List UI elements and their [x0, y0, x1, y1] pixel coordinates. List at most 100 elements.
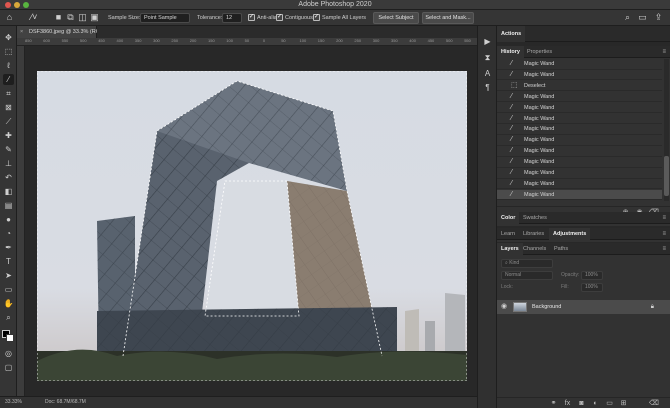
- history-scroll-thumb[interactable]: [664, 156, 669, 196]
- new-layer-icon[interactable]: ⊞: [619, 399, 628, 408]
- history-state-row[interactable]: ⁄ Magic Wand: [497, 179, 662, 190]
- layer-filter-select[interactable]: ⌕ Kind: [501, 259, 553, 268]
- panel-menu-icon[interactable]: ≡: [662, 214, 666, 222]
- magic-wand-tool-icon[interactable]: ⁄: [3, 74, 14, 85]
- move-tool-icon[interactable]: ✥: [3, 32, 14, 43]
- search-icon[interactable]: ⌕: [622, 12, 633, 23]
- select-subject-button[interactable]: Select Subject: [373, 12, 419, 24]
- delete-layer-icon[interactable]: ⌫: [649, 399, 659, 408]
- tab-learn[interactable]: Learn: [497, 228, 519, 240]
- ruler-tick: 50: [244, 38, 250, 43]
- panel-menu-icon[interactable]: ≡: [662, 245, 666, 253]
- link-layers-icon[interactable]: ⚭: [549, 399, 558, 408]
- workspace-icon[interactable]: ▭: [637, 12, 648, 23]
- tab-actions[interactable]: Actions: [497, 26, 526, 42]
- background-color-swatch[interactable]: [6, 334, 14, 342]
- tab-swatches[interactable]: Swatches: [519, 212, 551, 224]
- share-icon[interactable]: ⇪: [653, 12, 664, 23]
- new-selection-icon[interactable]: ■: [53, 12, 64, 23]
- sample-size-select[interactable]: Point Sample: [140, 13, 190, 23]
- brush-tool-icon[interactable]: ✎: [3, 144, 14, 155]
- hand-tool-icon[interactable]: ✋: [3, 298, 14, 309]
- eraser-tool-icon[interactable]: ◧: [3, 186, 14, 197]
- rectangle-tool-icon[interactable]: ▭: [3, 284, 14, 295]
- history-state-row[interactable]: ⁄ Magic Wand: [497, 70, 662, 81]
- clone-stamp-tool-icon[interactable]: ⊥: [3, 158, 14, 169]
- zoom-level[interactable]: 33.33%: [5, 397, 22, 408]
- tab-paths[interactable]: Paths: [550, 243, 572, 255]
- intersect-selection-icon[interactable]: ▣: [89, 12, 100, 23]
- magic-wand-icon: ⁄: [511, 103, 513, 111]
- visibility-eye-icon[interactable]: ◉: [501, 303, 507, 311]
- document-image[interactable]: [37, 71, 467, 381]
- history-state-row[interactable]: ⁄ Magic Wand: [497, 103, 662, 114]
- panel-menu-icon[interactable]: ≡: [662, 230, 666, 238]
- ruler-tick: 100: [299, 38, 307, 43]
- character-panel-icon[interactable]: A: [482, 68, 493, 79]
- history-state-row[interactable]: ⁄ Magic Wand: [497, 135, 662, 146]
- lock-icon[interactable]: 🔒︎: [651, 303, 654, 311]
- blend-mode-select[interactable]: Normal: [501, 271, 553, 280]
- sample-all-layers-checkbox[interactable]: ✓: [313, 14, 320, 21]
- ruler-tick: 400: [116, 38, 124, 43]
- layer-style-icon[interactable]: fx: [563, 399, 572, 408]
- tab-adjustments[interactable]: Adjustments: [549, 228, 591, 240]
- blur-tool-icon[interactable]: ●: [3, 214, 14, 225]
- history-state-row[interactable]: ⁄ Magic Wand: [497, 59, 662, 70]
- history-state-row[interactable]: ⁄ Magic Wand: [497, 189, 662, 201]
- history-state-row[interactable]: ⁄ Magic Wand: [497, 157, 662, 168]
- close-document-icon[interactable]: ×: [20, 26, 23, 38]
- tab-history[interactable]: History: [497, 46, 524, 58]
- fill-input[interactable]: 100%: [581, 283, 603, 292]
- screen-mode-icon[interactable]: ▢: [3, 362, 14, 373]
- history-brush-tool-icon[interactable]: ↶: [3, 172, 14, 183]
- gradient-tool-icon[interactable]: ▤: [3, 200, 14, 211]
- history-state-label: Magic Wand: [524, 148, 555, 155]
- adjustments-panel-tabs: Learn Libraries Adjustments ≡: [497, 228, 670, 240]
- actions-panel-icon[interactable]: ▶: [482, 36, 493, 47]
- tab-channels[interactable]: Channels: [519, 243, 550, 255]
- magic-wand-icon: ⁄: [511, 70, 513, 78]
- sample-all-layers-label: Sample All Layers: [322, 15, 367, 21]
- zoom-tool-icon[interactable]: ⌕: [3, 312, 14, 323]
- lasso-tool-icon[interactable]: ℓ: [3, 60, 14, 71]
- crop-tool-icon[interactable]: ⌗: [3, 88, 14, 99]
- healing-brush-tool-icon[interactable]: ✚: [3, 130, 14, 141]
- document-tab[interactable]: × DSF3860.jpeg @ 33.3% (RGB/8): [17, 26, 110, 38]
- new-group-icon[interactable]: ▭: [605, 399, 614, 408]
- adjustment-layer-icon[interactable]: ◐: [591, 399, 600, 408]
- tab-properties[interactable]: Properties: [523, 46, 556, 58]
- contiguous-checkbox[interactable]: ✓: [276, 14, 283, 21]
- magic-wand-preset-icon[interactable]: ⁄˅: [26, 12, 42, 23]
- layer-row-background[interactable]: ◉ Background 🔒︎: [497, 300, 670, 314]
- history-state-row[interactable]: ⁄ Magic Wand: [497, 114, 662, 125]
- paragraph-panel-icon[interactable]: ¶: [482, 82, 493, 93]
- path-selection-tool-icon[interactable]: ➤: [3, 270, 14, 281]
- type-tool-icon[interactable]: T: [3, 256, 14, 267]
- quick-mask-icon[interactable]: ◎: [3, 348, 14, 359]
- panel-menu-icon[interactable]: ≡: [662, 48, 666, 56]
- history-panel-icon[interactable]: ⧗: [482, 52, 493, 63]
- tab-color[interactable]: Color: [497, 212, 520, 224]
- home-icon[interactable]: ⌂: [4, 12, 15, 23]
- opacity-input[interactable]: 100%: [581, 271, 603, 280]
- history-state-row[interactable]: ⬚ Deselect: [497, 81, 662, 92]
- anti-alias-checkbox[interactable]: ✓: [248, 14, 255, 21]
- history-state-row[interactable]: ⁄ Magic Wand: [497, 92, 662, 103]
- select-and-mask-button[interactable]: Select and Mask...: [422, 12, 474, 24]
- tolerance-input[interactable]: 12: [222, 13, 242, 23]
- frame-tool-icon[interactable]: ⊠: [3, 102, 14, 113]
- history-state-label: Magic Wand: [524, 191, 555, 198]
- marquee-tool-icon[interactable]: ⬚: [3, 46, 14, 57]
- pen-tool-icon[interactable]: ✒: [3, 242, 14, 253]
- history-state-row[interactable]: ⁄ Magic Wand: [497, 146, 662, 157]
- eyedropper-tool-icon[interactable]: ⟋: [3, 116, 14, 127]
- tab-libraries[interactable]: Libraries: [519, 228, 548, 240]
- subtract-from-selection-icon[interactable]: ◫: [77, 12, 88, 23]
- add-to-selection-icon[interactable]: ⧉: [65, 12, 76, 23]
- history-state-row[interactable]: ⁄ Magic Wand: [497, 124, 662, 135]
- dodge-tool-icon[interactable]: ◔: [3, 228, 14, 239]
- app-title: Adobe Photoshop 2020: [298, 1, 372, 8]
- history-state-row[interactable]: ⁄ Magic Wand: [497, 168, 662, 179]
- add-mask-icon[interactable]: ◙: [577, 399, 586, 408]
